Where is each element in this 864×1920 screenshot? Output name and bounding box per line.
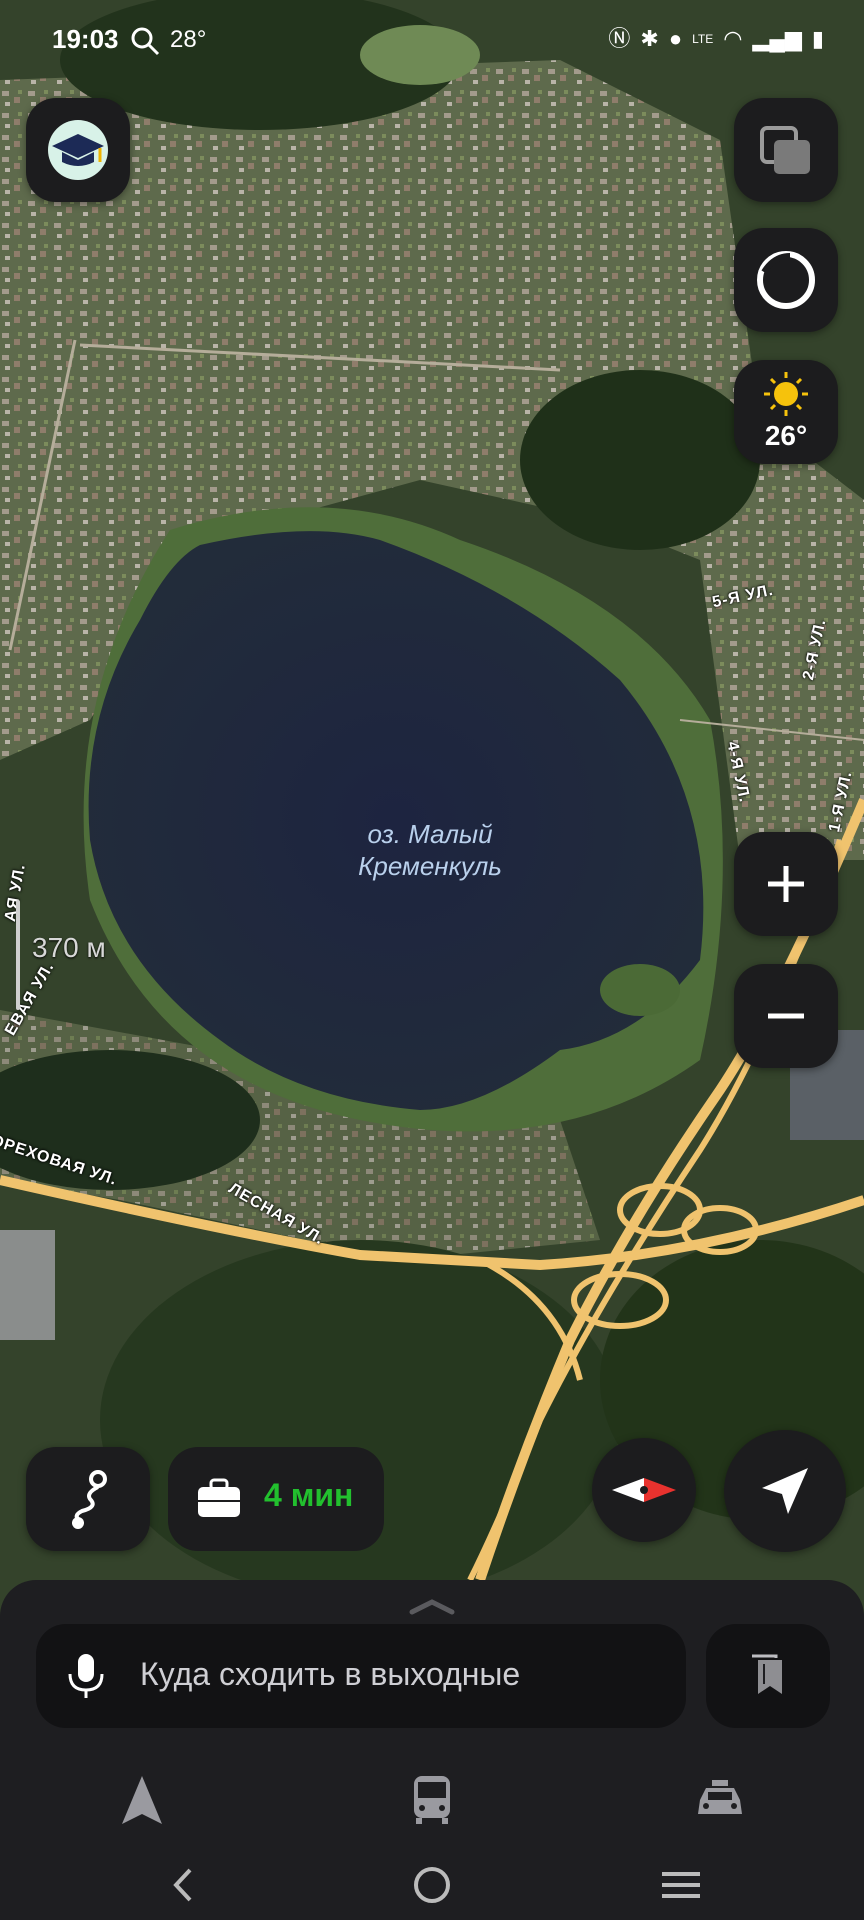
chevron-up-icon[interactable] [402, 1594, 462, 1618]
tab-taxi[interactable] [690, 1770, 750, 1830]
my-location-button[interactable] [724, 1430, 846, 1552]
location-icon: ● [668, 26, 683, 51]
compass-icon [612, 1478, 676, 1502]
search-bar[interactable]: Куда сходить в выходные [36, 1624, 686, 1728]
assistant-button[interactable] [734, 228, 838, 332]
back-button[interactable] [158, 1860, 208, 1910]
plus-icon [768, 866, 804, 902]
navigator-icon [122, 1776, 162, 1824]
search-placeholder: Куда сходить в выходные [140, 1656, 521, 1692]
back-icon [173, 1868, 192, 1902]
status-time: 19:03 [52, 24, 119, 54]
layers-icon [760, 126, 810, 174]
lake-label-line2: Кременкуль [358, 851, 502, 881]
signal-icon: ▂▄▆ [752, 26, 802, 51]
compass-button[interactable] [592, 1438, 696, 1542]
minus-icon [768, 1013, 804, 1019]
tab-transit[interactable] [402, 1770, 462, 1830]
briefcase-icon [198, 1478, 240, 1517]
eta-label: 4 мин [264, 1477, 354, 1513]
microphone-icon[interactable] [66, 1652, 106, 1700]
home-button[interactable] [407, 1860, 457, 1910]
alice-icon [757, 251, 815, 309]
weather-temperature: 26° [764, 420, 808, 451]
status-bar: 19:03 28° Ⓝ ✱ ● LTE ◠ ▂▄▆ ▮ [0, 0, 864, 80]
system-navigation-bar [0, 1848, 864, 1920]
home-icon [414, 1867, 450, 1903]
scale-bar [16, 900, 20, 1010]
graduation-cap-icon [48, 120, 108, 180]
bus-icon [414, 1776, 450, 1824]
route-button[interactable] [26, 1447, 150, 1551]
status-icons: Ⓝ ✱ ● LTE ◠ ▂▄▆ ▮ [608, 24, 824, 54]
recents-button[interactable] [656, 1860, 706, 1910]
bookmarks-icon [752, 1654, 782, 1694]
battery-icon: ▮ [811, 26, 824, 51]
status-temperature: 28° [170, 26, 207, 53]
nfc-icon: Ⓝ [608, 26, 631, 51]
layers-button[interactable] [734, 98, 838, 202]
scale-label: 370 м [32, 932, 106, 963]
profile-button[interactable] [26, 98, 130, 202]
volte-icon: LTE [692, 32, 714, 46]
lake-label: оз. Малый Кременкуль [280, 818, 580, 882]
zoom-in-button[interactable] [734, 832, 838, 936]
taxi-icon [698, 1780, 742, 1814]
transport-tabs [0, 1770, 864, 1850]
bluetooth-icon: ✱ [640, 26, 659, 51]
weather-widget[interactable]: 26° [734, 360, 838, 464]
route-icon [72, 1470, 107, 1529]
tab-navigator[interactable] [112, 1770, 172, 1830]
wifi-icon: ◠ [723, 26, 743, 51]
zoom-out-button[interactable] [734, 964, 838, 1068]
search-icon [131, 27, 160, 56]
lake-label-line1: оз. Малый [367, 819, 493, 849]
recents-icon [662, 1872, 700, 1898]
location-arrow-icon [762, 1468, 808, 1514]
eta-widget[interactable]: 4 мин [168, 1447, 384, 1551]
bookmarks-button[interactable] [706, 1624, 830, 1728]
bottom-sheet[interactable]: Куда сходить в выходные [0, 1580, 864, 1920]
